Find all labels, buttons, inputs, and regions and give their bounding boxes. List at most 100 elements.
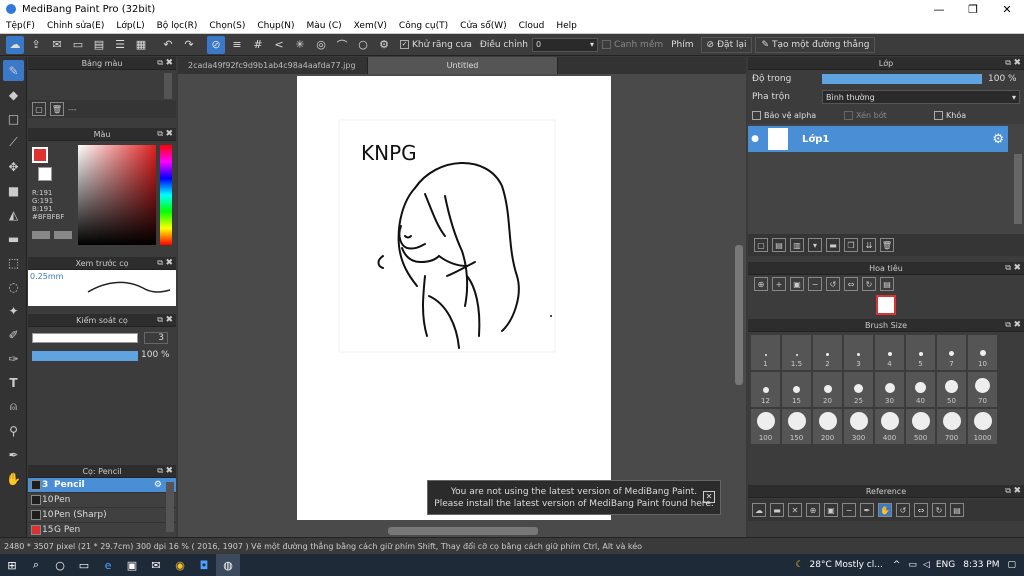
gradient-tool-icon[interactable]: ▬ [3,228,24,249]
lock-checkbox[interactable] [934,110,943,120]
brush-size-option[interactable]: 25 [844,372,873,407]
clock[interactable]: 8:33 PM [963,560,999,570]
smooth-checkbox[interactable] [601,39,611,49]
chevron-up-icon[interactable]: ^ [893,560,901,570]
open-folder-icon[interactable]: ▬ [770,503,784,517]
brush-size-option[interactable]: 700 [937,409,966,444]
menu-tools[interactable]: Công cụ(T) [393,21,454,31]
close-icon[interactable]: ✖ [1013,320,1021,330]
tab-image-file[interactable]: 2cada49f92fc9d9b1ab4c98a4aafda77.jpg [178,57,368,74]
brush-size-option[interactable]: 40 [906,372,935,407]
correction-select[interactable]: 0 ▾ [531,37,598,52]
zoom-icon[interactable]: ⊕ [806,503,820,517]
medibang-app-icon[interactable]: ◍ [216,554,240,576]
task-view-icon[interactable]: ▭ [72,554,96,576]
store-icon[interactable]: ▣ [120,554,144,576]
eyedropper-icon[interactable]: ✒ [860,503,874,517]
close-icon[interactable]: ✖ [165,129,173,139]
undo-icon[interactable]: ↶ [159,36,177,54]
brush-item-pen[interactable]: 10 Pen [28,493,176,508]
rotate-right-icon[interactable]: ↻ [862,277,876,291]
menu-color[interactable]: Màu (C) [301,21,348,31]
brush-size-option[interactable]: 50 [937,372,966,407]
chrome-icon[interactable]: ◉ [168,554,192,576]
clipping-toggle[interactable]: Xén bớt [844,110,934,120]
close-icon[interactable]: ✖ [165,258,173,268]
antialias-checkbox[interactable]: ✓ [400,39,409,49]
snap-perspective-icon[interactable]: < [270,36,288,54]
secondary-color-swatch[interactable] [38,167,52,181]
brush-size-option[interactable]: 4 [875,335,904,370]
undock-icon[interactable]: ⧉ [1005,486,1011,496]
snap-settings-icon[interactable]: ⚙ [375,36,393,54]
brush-size-option[interactable]: 500 [906,409,935,444]
undock-icon[interactable]: ⧉ [1005,320,1011,330]
undock-icon[interactable]: ⧉ [157,129,163,139]
color-mode-button[interactable] [32,231,50,239]
fit-icon[interactable]: ▣ [824,503,838,517]
search-icon[interactable]: ⌕ [24,554,48,576]
reset-button[interactable]: ⊘ Đặt lại [700,36,753,53]
pen-tool-icon[interactable]: ✒ [3,444,24,465]
rotate-right-icon[interactable]: ↻ [932,503,946,517]
notification-icon[interactable]: ▢ [1007,560,1016,570]
new-halftone-layer-icon[interactable]: ▤ [772,238,786,252]
undock-icon[interactable]: ⧉ [157,258,163,268]
add-layer-menu-icon[interactable]: ▾ [808,238,822,252]
divide-tool-icon[interactable]: ⍝ [3,396,24,417]
navigator-menu-icon[interactable]: ▤ [880,277,894,291]
menu-view[interactable]: Xem(V) [348,21,393,31]
brush-size-option[interactable]: 7 [937,335,966,370]
brush-size-option[interactable]: 20 [813,372,842,407]
brush-size-option[interactable]: 2 [813,335,842,370]
protect-alpha-toggle[interactable]: Bảo vệ alpha [752,110,844,120]
close-button[interactable]: ✕ [990,0,1024,18]
brush-size-option[interactable]: 10 [968,335,997,370]
select-tool-icon[interactable]: ⬚ [3,252,24,273]
folder-icon[interactable]: ▬ [826,238,840,252]
eraser-tool-icon[interactable]: ◆ [3,84,24,105]
menu-edit[interactable]: Chỉnh sửa(E) [41,21,110,31]
canvas-horizontal-scrollbar[interactable] [388,527,538,535]
menu-cloud[interactable]: Cloud [513,21,551,31]
new-8bit-layer-icon[interactable]: ▥ [790,238,804,252]
clipping-checkbox[interactable] [844,110,853,120]
brush-list-scrollbar[interactable] [166,482,174,532]
close-icon[interactable]: ✖ [1013,58,1021,68]
menu-filter[interactable]: Bộ lọc(R) [151,21,204,31]
menu-layer[interactable]: Lớp(L) [110,21,150,31]
menu-snap[interactable]: Chụp(N) [251,21,300,31]
flip-icon[interactable]: ⇔ [914,503,928,517]
navigator-preview[interactable] [748,293,1024,317]
blend-mode-select[interactable]: Bình thường ▾ [822,90,1020,104]
snap-grid-icon[interactable]: # [249,36,267,54]
minimize-button[interactable]: — [922,0,956,18]
zoom-out-icon[interactable]: − [842,503,856,517]
brush-item-g-pen[interactable]: 15 G Pen [28,523,176,538]
menu-help[interactable]: Help [550,21,583,31]
notice-close-button[interactable]: ✕ [703,491,715,503]
select-pen-tool-icon[interactable]: ✐ [3,324,24,345]
snap-circle-icon[interactable]: ◎ [312,36,330,54]
layer-list-scrollbar[interactable] [1014,154,1022,224]
network-icon[interactable]: ▭ [908,560,917,570]
eye-icon[interactable]: ● [748,134,762,144]
eyedropper-tool-icon[interactable]: ⚲ [3,420,24,441]
snap-off-icon[interactable]: ⊘ [207,35,225,54]
brush-size-option[interactable]: 12 [751,372,780,407]
lasso-tool-icon[interactable]: ◌ [3,276,24,297]
edge-icon[interactable]: e [96,554,120,576]
brush-size-option[interactable]: 1000 [968,409,997,444]
brush-size-option[interactable]: 150 [782,409,811,444]
document-icon[interactable]: ▤ [90,36,108,54]
grid-icon[interactable]: ▦ [132,36,150,54]
mail-icon[interactable]: ✉ [144,554,168,576]
close-reference-icon[interactable]: ✕ [788,503,802,517]
cloud-icon[interactable]: ☁ [6,35,24,54]
undock-icon[interactable]: ⧉ [1005,263,1011,273]
gear-icon[interactable]: ⚙ [992,132,1004,147]
menu-window[interactable]: Cửa sổ(W) [454,21,512,31]
text-tool-icon[interactable]: T [3,372,24,393]
language-indicator[interactable]: ENG [936,560,955,570]
fit-icon[interactable]: ▣ [790,277,804,291]
